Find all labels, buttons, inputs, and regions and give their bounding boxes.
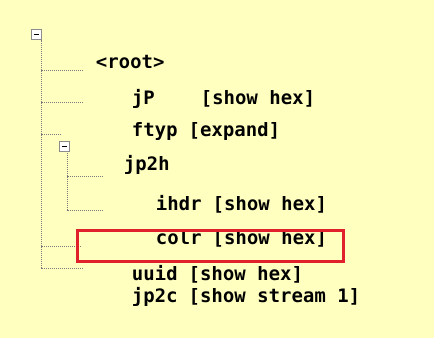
tree-node-colr: colr [show hex] (110, 196, 327, 249)
show-stream-link[interactable]: [show stream 1] (189, 285, 361, 307)
tree-node-ftyp: ftyp [expand] (86, 88, 280, 141)
tree-connector (41, 246, 81, 247)
tree-connector (41, 268, 83, 269)
tree-node-jp2c: jp2c [show stream 1] (86, 254, 360, 307)
collapse-root-icon[interactable] (31, 29, 42, 40)
node-name[interactable]: jp2c (132, 285, 178, 307)
tree-connector (41, 134, 61, 135)
tree-node-jP: jP [show hex] (86, 56, 315, 109)
collapse-jp2h-icon[interactable] (59, 141, 70, 152)
tree-connector (67, 210, 103, 211)
jp2-structure-tree: <root> jP [show hex] ftyp [expand] jp2h ih… (0, 0, 434, 307)
tree-connector (41, 40, 42, 268)
tree-node-jp2h: jp2h (78, 122, 170, 175)
tree-root-row[interactable]: <root> (50, 20, 165, 73)
tree-node-ihdr: ihdr [show hex] (110, 162, 327, 215)
expand-link[interactable]: [expand] (189, 119, 281, 141)
